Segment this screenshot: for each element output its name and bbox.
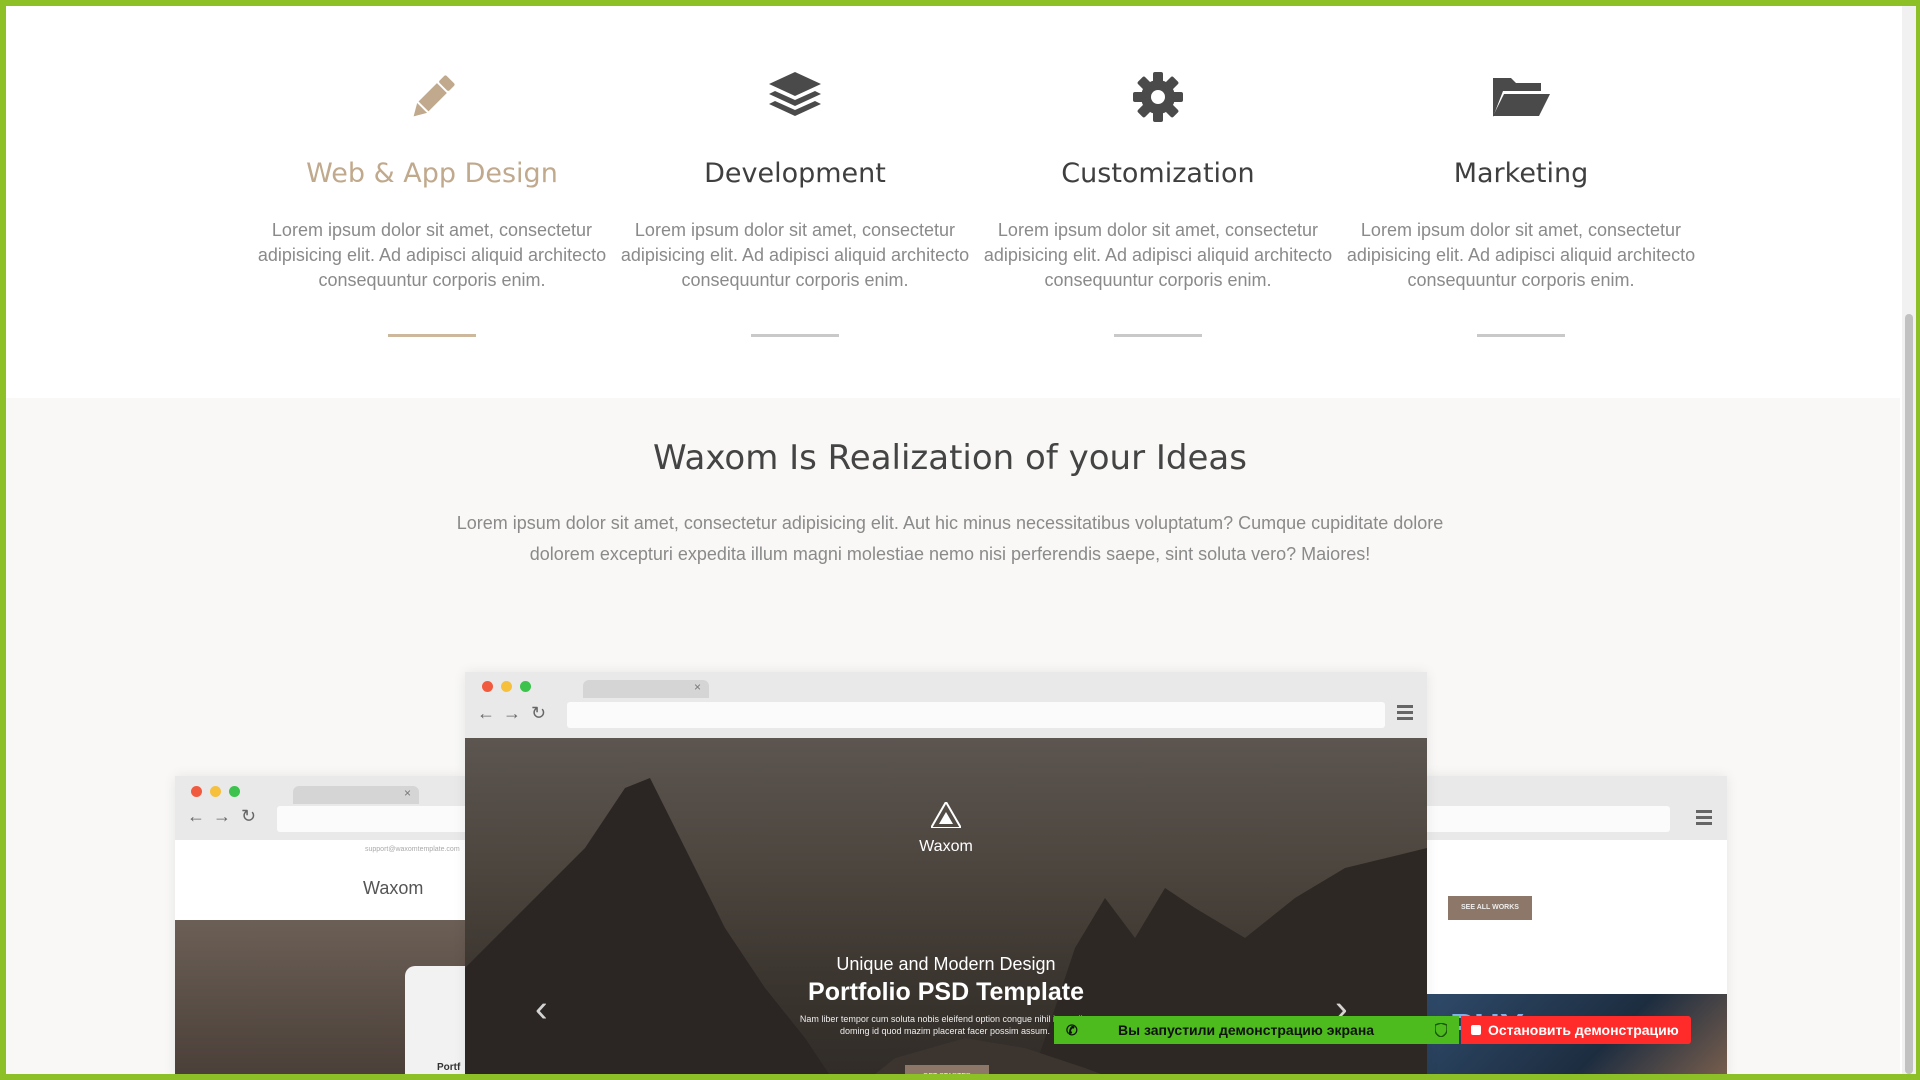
hero-brand: Waxom bbox=[919, 838, 973, 855]
phone-partial-text: Portf bbox=[437, 1062, 461, 1073]
service-title: Web & App Design bbox=[306, 158, 558, 189]
service-marketing[interactable]: Marketing Lorem ipsum dolor sit amet, co… bbox=[1346, 70, 1696, 337]
back-icon: ← bbox=[187, 806, 205, 826]
service-divider bbox=[751, 334, 839, 337]
hero-subtitle: Unique and Modern Design bbox=[836, 954, 1056, 974]
folder-open-icon bbox=[1346, 70, 1696, 140]
service-customization[interactable]: Customization Lorem ipsum dolor sit amet… bbox=[983, 70, 1333, 337]
section-title: Waxom Is Realization of your Ideas bbox=[653, 438, 1247, 478]
scrollbar-thumb[interactable] bbox=[1905, 314, 1913, 1074]
waxom-logo-icon bbox=[931, 802, 961, 828]
screen-share-notice: ✆ Вы запустили демонстрацию экрана bbox=[1054, 1016, 1459, 1044]
address-bar bbox=[567, 702, 1385, 728]
prev-arrow-icon: ‹ bbox=[535, 988, 548, 1030]
browser-mockup-left: × ← → ↻ support@waxomtemplate.com Waxom … bbox=[175, 776, 465, 1080]
vertical-scrollbar[interactable] bbox=[1902, 6, 1916, 1074]
service-divider bbox=[1114, 334, 1202, 337]
get-started-button: GET STARTED bbox=[905, 1065, 989, 1080]
service-text: Lorem ipsum dolor sit amet, consectetur … bbox=[983, 220, 1333, 290]
minimize-dot bbox=[210, 786, 221, 797]
phone-icon: ✆ bbox=[1066, 1022, 1078, 1038]
ideas-section: Waxom Is Realization of your Ideas Lorem… bbox=[0, 398, 1900, 1080]
services-section: Web & App Design Lorem ipsum dolor sit a… bbox=[0, 0, 1900, 398]
hero-body: Nam liber tempor cum soluta nobis eleife… bbox=[799, 1014, 1091, 1036]
service-divider bbox=[388, 334, 476, 337]
shield-icon bbox=[1435, 1023, 1447, 1037]
reload-icon: ↻ bbox=[241, 806, 257, 826]
browser-tab: × bbox=[583, 680, 709, 698]
menu-icon bbox=[1397, 705, 1413, 723]
notice-text: Вы запустили демонстрацию экрана bbox=[1118, 1022, 1375, 1038]
layers-icon bbox=[620, 70, 970, 140]
service-text: Lorem ipsum dolor sit amet, consectetur … bbox=[620, 220, 970, 290]
service-divider bbox=[1477, 334, 1565, 337]
mock-email: support@waxomtemplate.com bbox=[365, 846, 460, 853]
address-bar bbox=[277, 806, 465, 832]
maximize-dot bbox=[229, 786, 240, 797]
service-development[interactable]: Development Lorem ipsum dolor sit amet, … bbox=[620, 70, 970, 337]
service-web-app-design[interactable]: Web & App Design Lorem ipsum dolor sit a… bbox=[257, 70, 607, 337]
reload-icon: ↻ bbox=[531, 703, 547, 723]
browser-tab: × bbox=[293, 786, 419, 804]
stop-sharing-label: Остановить демонстрацию bbox=[1488, 1022, 1679, 1038]
close-dot bbox=[191, 786, 202, 797]
forward-icon: → bbox=[213, 806, 231, 826]
service-title: Development bbox=[704, 158, 886, 189]
see-all-works-button: SEE ALL WORKS bbox=[1448, 896, 1532, 920]
menu-icon bbox=[1696, 810, 1712, 828]
back-icon: ← bbox=[477, 703, 495, 723]
service-title: Customization bbox=[1061, 158, 1255, 189]
forward-icon: → bbox=[503, 703, 521, 723]
maximize-dot bbox=[520, 681, 531, 692]
service-text: Lorem ipsum dolor sit amet, consectetur … bbox=[1346, 220, 1696, 290]
gear-icon bbox=[983, 70, 1333, 140]
stop-sharing-button[interactable]: Остановить демонстрацию bbox=[1461, 1016, 1691, 1044]
mock-logo: Waxom bbox=[363, 878, 424, 898]
hero-title: Portfolio PSD Template bbox=[808, 978, 1084, 1006]
close-dot bbox=[482, 681, 493, 692]
section-text: Lorem ipsum dolor sit amet, consectetur … bbox=[456, 513, 1444, 564]
service-title: Marketing bbox=[1453, 158, 1589, 189]
pencil-icon bbox=[257, 70, 607, 140]
minimize-dot bbox=[501, 681, 512, 692]
address-bar bbox=[1420, 806, 1670, 832]
service-text: Lorem ipsum dolor sit amet, consectetur … bbox=[257, 220, 607, 290]
stop-icon bbox=[1471, 1025, 1481, 1035]
